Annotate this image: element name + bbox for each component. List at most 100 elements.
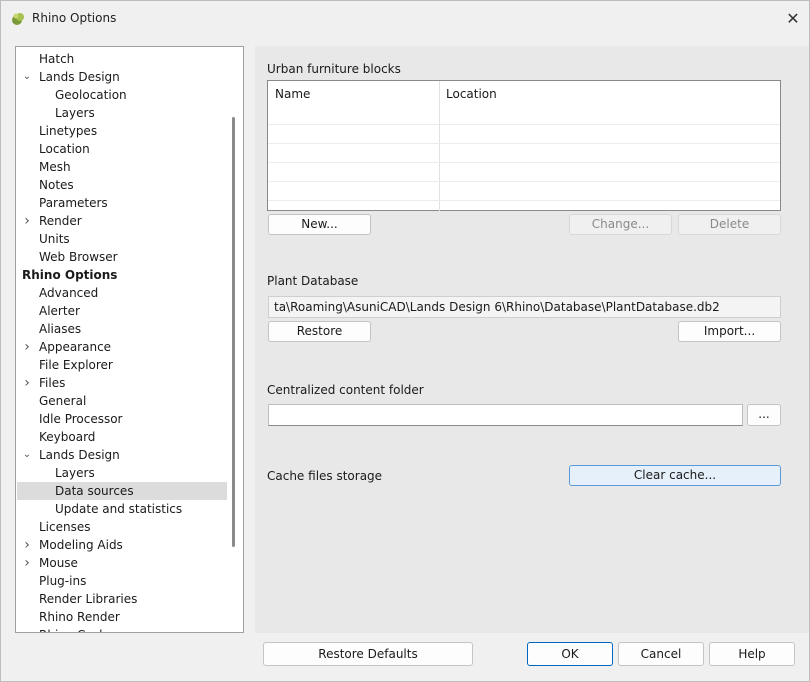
chevron-right-icon[interactable]: › bbox=[21, 536, 33, 554]
cache-storage-title: Cache files storage bbox=[267, 469, 383, 483]
delete-button[interactable]: Delete bbox=[678, 214, 781, 235]
chevron-down-icon[interactable]: ⌄ bbox=[21, 446, 33, 464]
tree-item[interactable]: General bbox=[16, 392, 226, 410]
tree-item[interactable]: Data sources bbox=[17, 482, 227, 500]
chevron-right-icon[interactable]: › bbox=[21, 212, 33, 230]
tree-item[interactable]: › Appearance bbox=[16, 338, 226, 356]
tree-item-label: Mouse bbox=[39, 556, 78, 570]
tree-item-label: File Explorer bbox=[39, 358, 113, 372]
tree-item-label: Advanced bbox=[39, 286, 99, 300]
tree-item-label: Web Browser bbox=[39, 250, 118, 264]
centralized-folder-input[interactable] bbox=[268, 404, 743, 426]
tree-scrollbar-thumb[interactable] bbox=[232, 117, 235, 547]
import-button[interactable]: Import... bbox=[678, 321, 781, 342]
tree-item[interactable]: Rhino Cycles bbox=[16, 626, 226, 632]
tree-item-label: Files bbox=[39, 376, 66, 390]
tree-item[interactable]: Layers bbox=[16, 104, 226, 122]
tree-item[interactable]: Licenses bbox=[16, 518, 226, 536]
tree-item[interactable]: Plug-ins bbox=[16, 572, 226, 590]
help-button[interactable]: Help bbox=[709, 642, 795, 666]
clear-cache-button[interactable]: Clear cache... bbox=[569, 465, 781, 486]
tree-item-label: Hatch bbox=[39, 52, 75, 66]
tree-item-label: Modeling Aids bbox=[39, 538, 123, 552]
tree-item-label: Appearance bbox=[39, 340, 112, 354]
grid-row-line bbox=[268, 181, 780, 182]
tree-item-label: General bbox=[39, 394, 87, 408]
cancel-button[interactable]: Cancel bbox=[618, 642, 704, 666]
tree-item-label: Rhino Options bbox=[22, 268, 118, 282]
tree-item[interactable]: Mesh bbox=[16, 158, 226, 176]
tree-item[interactable]: File Explorer bbox=[16, 356, 226, 374]
window-title: Rhino Options bbox=[32, 11, 117, 25]
tree-item-label: Units bbox=[39, 232, 70, 246]
tree-item[interactable]: Render Libraries bbox=[16, 590, 226, 608]
grid-row-line bbox=[268, 124, 780, 125]
tree-item[interactable]: Units bbox=[16, 230, 226, 248]
tree-item-label: Notes bbox=[39, 178, 74, 192]
tree-item-label: Lands Design bbox=[39, 448, 120, 462]
tree-item-label: Rhino Cycles bbox=[39, 626, 116, 632]
rhino-app-icon bbox=[12, 13, 24, 25]
tree-item[interactable]: › Mouse bbox=[16, 554, 226, 572]
tree-item-label: Keyboard bbox=[39, 430, 96, 444]
tree-item-label: Alerter bbox=[39, 304, 80, 318]
tree-item[interactable]: Idle Processor bbox=[16, 410, 226, 428]
tree-item[interactable]: Layers bbox=[16, 464, 226, 482]
tree-item[interactable]: Advanced bbox=[16, 284, 226, 302]
options-tree[interactable]: Hatch ⌄ Lands Design Geolocation Layers Linet… bbox=[15, 46, 244, 633]
tree-item[interactable]: › Files bbox=[16, 374, 226, 392]
tree-item-label: Parameters bbox=[39, 196, 108, 210]
title-bar: Rhino Options ✕ bbox=[1, 1, 809, 37]
tree-item-label: Rhino Render bbox=[39, 610, 120, 624]
tree-item[interactable]: Hatch bbox=[16, 50, 226, 68]
tree-item-label: Data sources bbox=[55, 484, 134, 498]
tree-item-label: Layers bbox=[55, 466, 95, 480]
chevron-down-icon[interactable]: ⌄ bbox=[21, 68, 33, 86]
tree-item-label: Plug-ins bbox=[39, 574, 87, 588]
tree-item[interactable]: ⌄ Lands Design bbox=[16, 446, 226, 464]
tree-item-label: Geolocation bbox=[55, 88, 127, 102]
tree-item-label: Lands Design bbox=[39, 70, 120, 84]
grid-header-name[interactable]: Name bbox=[268, 81, 310, 105]
chevron-right-icon[interactable]: › bbox=[21, 554, 33, 572]
restore-defaults-button[interactable]: Restore Defaults bbox=[263, 642, 473, 666]
plant-database-path-field[interactable]: ta\Roaming\AsuniCAD\Lands Design 6\Rhino… bbox=[268, 296, 781, 318]
plant-database-title: Plant Database bbox=[267, 274, 359, 288]
rhino-options-dialog: Rhino Options ✕ Hatch ⌄ Lands Design Geoloc… bbox=[0, 0, 810, 682]
tree-item-label: Layers bbox=[55, 106, 95, 120]
grid-row-line bbox=[268, 143, 780, 144]
grid-column-divider bbox=[439, 81, 440, 211]
change-button[interactable]: Change... bbox=[569, 214, 672, 235]
tree-item[interactable]: Update and statistics bbox=[16, 500, 226, 518]
tree-item-label: Render bbox=[39, 214, 82, 228]
tree-item[interactable]: Rhino Options bbox=[16, 266, 226, 284]
chevron-right-icon[interactable]: › bbox=[21, 338, 33, 356]
tree-item[interactable]: Geolocation bbox=[16, 86, 226, 104]
browse-folder-button[interactable]: ... bbox=[747, 404, 781, 426]
tree-item[interactable]: Parameters bbox=[16, 194, 226, 212]
urban-furniture-title: Urban furniture blocks bbox=[267, 62, 401, 76]
tree-item[interactable]: › Render bbox=[16, 212, 226, 230]
grid-header-location[interactable]: Location bbox=[439, 81, 497, 105]
tree-item[interactable]: ⌄ Lands Design bbox=[16, 68, 226, 86]
tree-item[interactable]: Rhino Render bbox=[16, 608, 226, 626]
urban-furniture-grid[interactable]: Name Location bbox=[267, 80, 781, 211]
tree-item[interactable]: › Modeling Aids bbox=[16, 536, 226, 554]
tree-item-label: Render Libraries bbox=[39, 592, 138, 606]
tree-item[interactable]: Alerter bbox=[16, 302, 226, 320]
chevron-right-icon[interactable]: › bbox=[21, 374, 33, 392]
tree-item[interactable]: Keyboard bbox=[16, 428, 226, 446]
ok-button[interactable]: OK bbox=[527, 642, 613, 666]
tree-item[interactable]: Linetypes bbox=[16, 122, 226, 140]
centralized-folder-title: Centralized content folder bbox=[267, 383, 424, 397]
tree-item[interactable]: Web Browser bbox=[16, 248, 226, 266]
close-icon[interactable]: ✕ bbox=[781, 7, 805, 31]
grid-row-line bbox=[268, 200, 780, 201]
tree-item[interactable]: Notes bbox=[16, 176, 226, 194]
new-button[interactable]: New... bbox=[268, 214, 371, 235]
tree-item-label: Update and statistics bbox=[55, 502, 183, 516]
tree-item-label: Mesh bbox=[39, 160, 71, 174]
tree-item[interactable]: Aliases bbox=[16, 320, 226, 338]
restore-button[interactable]: Restore bbox=[268, 321, 371, 342]
tree-item[interactable]: Location bbox=[16, 140, 226, 158]
